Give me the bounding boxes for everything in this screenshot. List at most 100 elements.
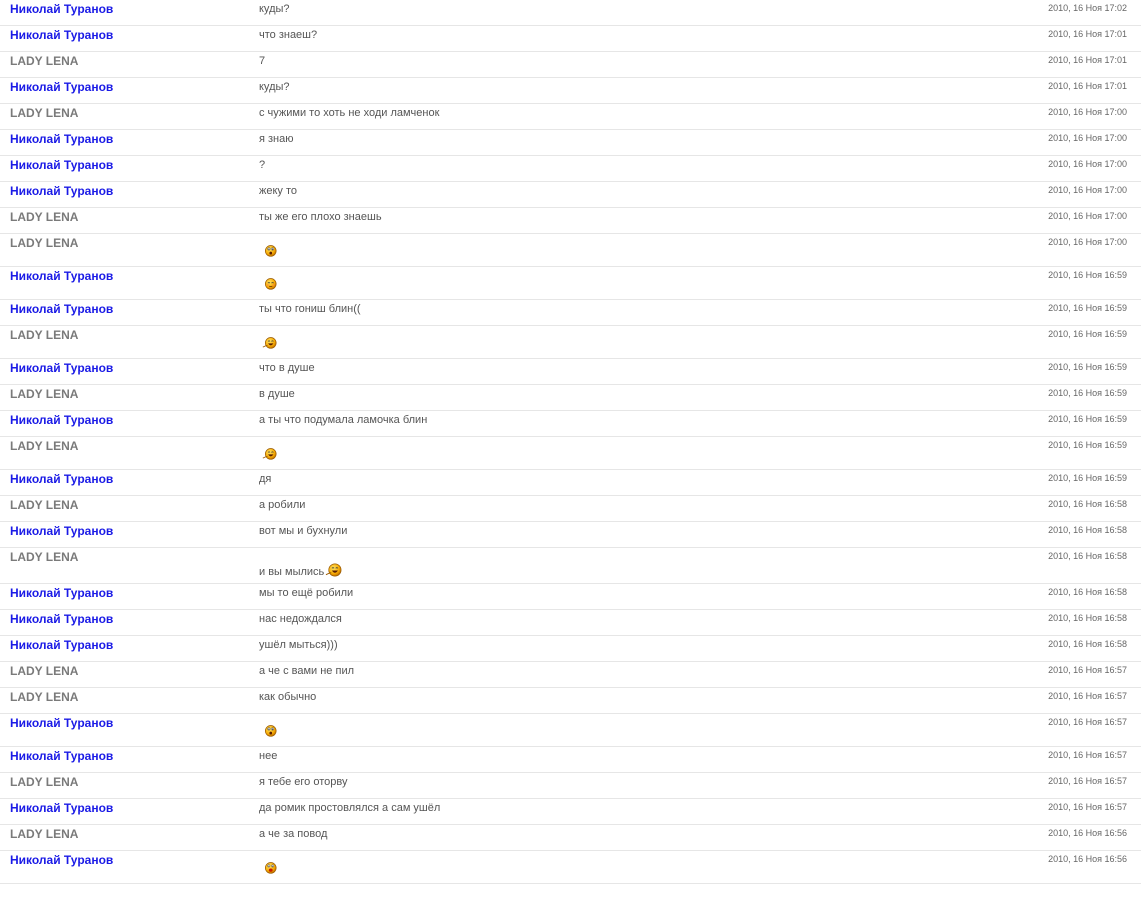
message-author-link[interactable]: Николай Туранов — [10, 524, 113, 538]
message-text-content: 7 — [259, 55, 266, 67]
message-timestamp: 2010, 16 Ноя 17:00 — [1048, 211, 1127, 221]
message-author-link[interactable]: Николай Туранов — [10, 28, 113, 42]
message-timestamp: 2010, 16 Ноя 16:57 — [1048, 776, 1127, 786]
message-text-content: вот мы и бухнули — [259, 525, 348, 537]
message-author-link[interactable]: Николай Туранов — [10, 184, 113, 198]
message-timestamp: 2010, 16 Ноя 16:58 — [1048, 587, 1127, 597]
message-author-link[interactable]: LADY LENA — [10, 106, 78, 120]
message-text: 7 — [259, 55, 265, 68]
message-author-link[interactable]: Николай Туранов — [10, 269, 113, 283]
message-author-link[interactable]: LADY LENA — [10, 439, 78, 453]
message-text: вот мы и бухнули — [259, 525, 347, 538]
message-author-link[interactable]: LADY LENA — [10, 210, 78, 224]
message-row: Николай Туранов что знаеш? 2010, 16 Ноя 17… — [0, 26, 1141, 52]
message-text-content: а робили — [259, 499, 306, 511]
message-text: и вы мылись — [259, 562, 342, 579]
message-author-link[interactable]: Николай Туранов — [10, 2, 113, 16]
message-author-link[interactable]: Николай Туранов — [10, 158, 113, 172]
blush-smiley-icon — [265, 278, 277, 290]
message-row: LADY LENA 2010, 16 Ноя 16:59 — [0, 437, 1141, 470]
message-text-content: а ты что подумала ламочка блин — [259, 414, 428, 426]
message-author-link[interactable]: Николай Туранов — [10, 413, 113, 427]
message-timestamp: 2010, 16 Ноя 16:57 — [1048, 665, 1127, 675]
message-row: LADY LENA а робили 2010, 16 Ноя 16:58 — [0, 496, 1141, 522]
message-author-link[interactable]: LADY LENA — [10, 498, 78, 512]
message-row: LADY LENA 2010, 16 Ноя 16:59 — [0, 326, 1141, 359]
message-text-content: что в душе — [259, 362, 315, 374]
message-author-link[interactable]: Николай Туранов — [10, 132, 113, 146]
message-row: Николай Туранов да ромик простовлялся а с… — [0, 799, 1141, 825]
message-author-link[interactable]: Николай Туранов — [10, 716, 113, 730]
message-author-link[interactable]: LADY LENA — [10, 690, 78, 704]
message-author-link[interactable]: Николай Туранов — [10, 302, 113, 316]
message-timestamp: 2010, 16 Ноя 16:57 — [1048, 802, 1127, 812]
message-text: дя — [259, 473, 271, 486]
message-row: Николай Туранов жеку то 2010, 16 Ноя 17:00 — [0, 182, 1141, 208]
message-text-content: дя — [259, 473, 272, 485]
message-author-link[interactable]: Николай Туранов — [10, 586, 113, 600]
message-row: LADY LENA ты же его плохо знаешь 2010, 16 … — [0, 208, 1141, 234]
message-author-link[interactable]: LADY LENA — [10, 54, 78, 68]
message-timestamp: 2010, 16 Ноя 16:58 — [1048, 613, 1127, 623]
message-row: Николай Туранов ты что гониш блин((2010, … — [0, 300, 1141, 326]
message-text: как обычно — [259, 691, 316, 704]
message-author-link[interactable]: LADY LENA — [10, 664, 78, 678]
message-text: ? — [259, 159, 265, 172]
message-timestamp: 2010, 16 Ноя 17:00 — [1048, 133, 1127, 143]
message-timestamp: 2010, 16 Ноя 16:56 — [1048, 854, 1127, 864]
message-text: ты же его плохо знаешь — [259, 211, 382, 224]
message-text-content: да ромик простовлялся а сам ушёл — [259, 802, 441, 814]
message-timestamp: 2010, 16 Ноя 16:59 — [1048, 329, 1127, 339]
message-author-link[interactable]: Николай Туранов — [10, 638, 113, 652]
message-timestamp: 2010, 16 Ноя 16:59 — [1048, 388, 1127, 398]
message-author-link[interactable]: Николай Туранов — [10, 80, 113, 94]
message-text-content: я знаю — [259, 133, 294, 145]
message-text: я знаю — [259, 133, 294, 146]
message-author-link[interactable]: LADY LENA — [10, 775, 78, 789]
message-author-link[interactable]: Николай Туранов — [10, 801, 113, 815]
message-timestamp: 2010, 16 Ноя 16:59 — [1048, 362, 1127, 372]
message-row: Николай Туранов ушёл мыться))) 2010, 16 Но… — [0, 636, 1141, 662]
message-author-link[interactable]: Николай Туранов — [10, 361, 113, 375]
message-author-link[interactable]: Николай Туранов — [10, 749, 113, 763]
message-row: Николай Туранов куды? 2010, 16 Ноя 17:02 — [0, 0, 1141, 26]
message-text-content: ушёл мыться))) — [259, 639, 338, 651]
message-author-link[interactable]: Николай Туранов — [10, 472, 113, 486]
message-timestamp: 2010, 16 Ноя 16:56 — [1048, 828, 1127, 838]
message-timestamp: 2010, 16 Ноя 17:00 — [1048, 159, 1127, 169]
message-text: нее — [259, 750, 277, 763]
message-text-content: а че за повод — [259, 828, 328, 840]
laughing-smiley-icon — [262, 337, 277, 349]
message-text: с чужими то хоть не ходи ламченок — [259, 107, 439, 120]
message-row: Николай Туранов 2010, 16 Ноя 16:57 — [0, 714, 1141, 747]
message-text-content: и вы мылись — [259, 566, 325, 578]
message-text: что знаеш? — [259, 29, 317, 42]
message-author-link[interactable]: LADY LENA — [10, 827, 78, 841]
message-text-content: куды? — [259, 81, 290, 93]
message-author-link[interactable]: LADY LENA — [10, 236, 78, 250]
message-row: LADY LENA я тебе его оторву 2010, 16 Ноя 1… — [0, 773, 1141, 799]
message-timestamp: 2010, 16 Ноя 16:58 — [1048, 551, 1127, 561]
message-row: Николай Туранов что в душе 2010, 16 Ноя 16… — [0, 359, 1141, 385]
message-text-content: что знаеш? — [259, 29, 318, 41]
message-author-link[interactable]: LADY LENA — [10, 387, 78, 401]
message-text-content: ты что гониш блин(( — [259, 303, 361, 315]
message-text-content: как обычно — [259, 691, 317, 703]
message-text: ты что гониш блин(( — [259, 303, 361, 316]
message-row: Николай Туранов дя 2010, 16 Ноя 16:59 — [0, 470, 1141, 496]
message-row: LADY LENA и вы мылись 2010, 16 Ноя 16:58 — [0, 548, 1141, 584]
message-author-link[interactable]: LADY LENA — [10, 550, 78, 564]
message-text: в душе — [259, 388, 295, 401]
message-text: куды? — [259, 81, 290, 94]
message-author-link[interactable]: LADY LENA — [10, 328, 78, 342]
surprised-smiley-icon — [265, 245, 277, 257]
message-timestamp: 2010, 16 Ноя 16:59 — [1048, 440, 1127, 450]
message-text-content: нее — [259, 750, 278, 762]
message-author-link[interactable]: Николай Туранов — [10, 612, 113, 626]
message-text: а че с вами не пил — [259, 665, 354, 678]
message-timestamp: 2010, 16 Ноя 17:01 — [1048, 55, 1127, 65]
message-author-link[interactable]: Николай Туранов — [10, 853, 113, 867]
message-text: жеку то — [259, 185, 297, 198]
laughing-smiley-icon — [326, 563, 342, 577]
message-timestamp: 2010, 16 Ноя 16:59 — [1048, 270, 1127, 280]
